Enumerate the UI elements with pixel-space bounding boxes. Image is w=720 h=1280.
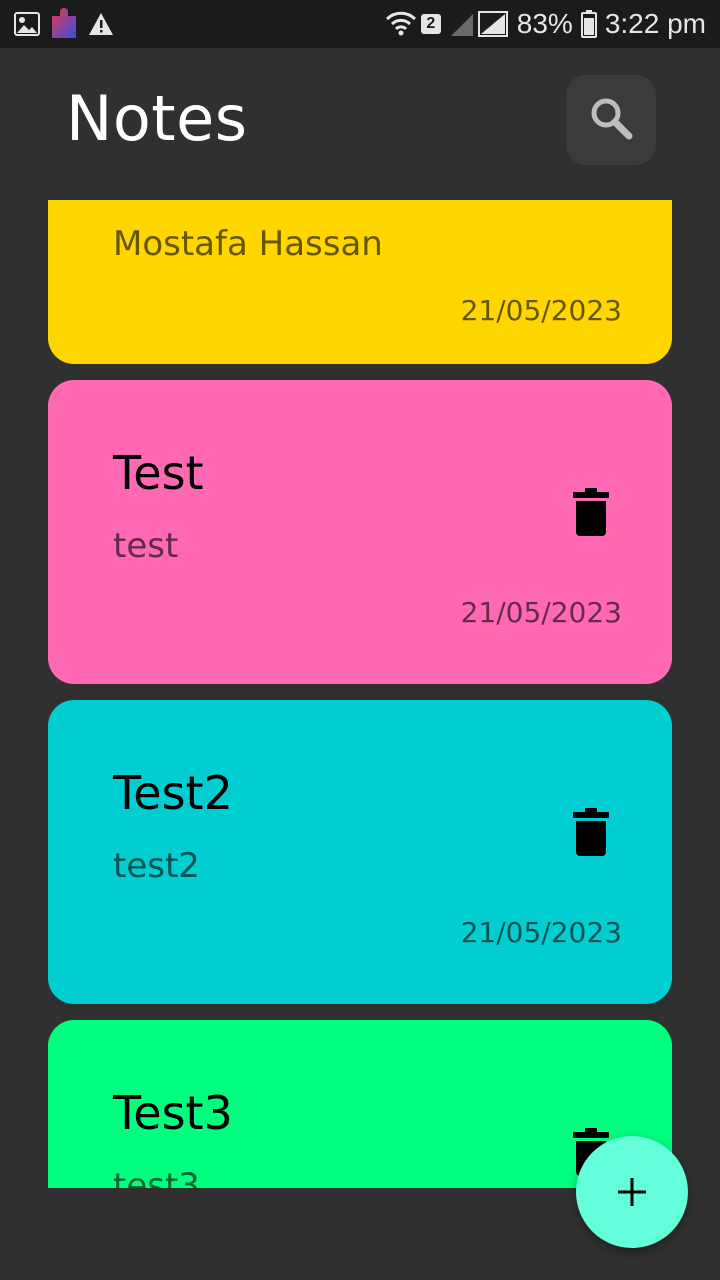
signal-icon <box>449 10 509 38</box>
trash-icon <box>573 808 609 856</box>
note-title: Test3 <box>113 1086 233 1140</box>
status-bar: 2 83% 3:22 pm <box>0 0 720 48</box>
puzzle-icon <box>50 8 78 40</box>
search-icon <box>588 95 634 145</box>
note-body: test3 <box>113 1166 200 1188</box>
trash-icon <box>573 488 609 536</box>
note-card[interactable]: Test3 test3 <box>48 1020 672 1188</box>
note-date: 21/05/2023 <box>460 916 622 949</box>
battery-percent: 83% <box>516 8 573 39</box>
note-body: Mostafa Hassan <box>113 224 383 264</box>
search-button[interactable] <box>566 75 656 165</box>
wifi-icon <box>385 11 417 37</box>
notes-list[interactable]: Mostafa Hassan 21/05/2023 Test test 21/0… <box>0 200 720 1188</box>
note-card[interactable]: Test2 test2 21/05/2023 <box>48 700 672 1004</box>
note-body: test2 <box>113 846 200 886</box>
note-card[interactable]: Mostafa Hassan 21/05/2023 <box>48 200 672 364</box>
plus-icon <box>618 1178 646 1206</box>
note-title: Test2 <box>113 766 233 820</box>
warning-icon <box>88 12 114 36</box>
status-left <box>14 8 114 40</box>
note-date: 21/05/2023 <box>460 294 622 327</box>
note-body: test <box>113 526 179 566</box>
note-date: 21/05/2023 <box>460 596 622 629</box>
status-right: 2 83% 3:22 pm <box>385 8 706 40</box>
sim-slot-badge: 2 <box>420 14 441 34</box>
clock: 3:22 pm <box>604 8 706 39</box>
note-title: Test <box>113 446 204 500</box>
delete-button[interactable] <box>570 804 612 860</box>
gallery-icon <box>14 12 40 36</box>
notes-screen: 2 83% 3:22 pm Notes Mostafa Hassan 21/05… <box>0 0 720 1280</box>
battery-icon <box>580 10 597 38</box>
delete-button[interactable] <box>570 484 612 540</box>
add-note-button[interactable] <box>576 1136 688 1248</box>
note-card[interactable]: Test test 21/05/2023 <box>48 380 672 684</box>
page-title: Notes <box>66 82 248 155</box>
